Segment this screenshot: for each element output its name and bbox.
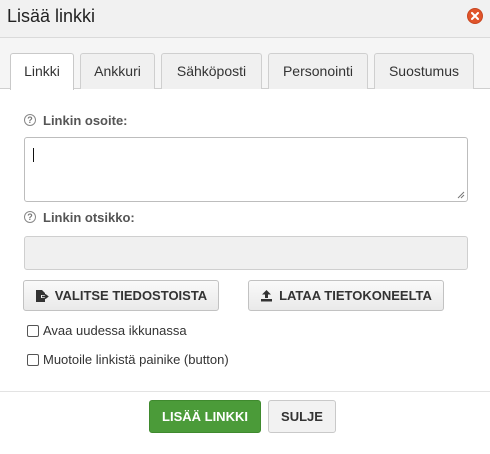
resize-grip-icon[interactable] (457, 191, 465, 199)
url-field[interactable] (24, 137, 468, 202)
text-caret (33, 148, 34, 162)
dialog-title: Lisää linkki (7, 6, 96, 26)
close-icon[interactable] (467, 8, 483, 24)
upload-from-computer-label: LATAA TIETOKONEELTA (279, 288, 432, 303)
format-as-button-label: Muotoile linkistä painike (button) (43, 352, 229, 367)
tab-personointi[interactable]: Personointi (268, 53, 368, 89)
format-as-button-option: Muotoile linkistä painike (button) (27, 352, 229, 367)
dialog-titlebar: Lisää linkki (0, 0, 490, 38)
footer-divider (0, 391, 490, 392)
title-label: Linkin otsikko: (43, 210, 135, 225)
file-export-icon (35, 289, 49, 302)
open-new-window-label: Avaa uudessa ikkunassa (43, 323, 187, 338)
tab-linkki[interactable]: Linkki (10, 53, 74, 90)
question-circle-icon: ? (24, 114, 36, 126)
open-new-window-option: Avaa uudessa ikkunassa (27, 323, 187, 338)
close-button[interactable]: SULJE (268, 400, 336, 433)
format-as-button-checkbox[interactable] (27, 353, 39, 366)
upload-from-computer-button[interactable]: LATAA TIETOKONEELTA (248, 280, 444, 311)
add-link-dialog: Lisää linkki Linkki Ankkuri Sähköposti P… (0, 0, 490, 454)
choose-from-files-button[interactable]: VALITSE TIEDOSTOISTA (23, 280, 219, 311)
tab-sahkoposti[interactable]: Sähköposti (161, 53, 262, 89)
question-circle-icon: ? (24, 211, 36, 223)
url-label: Linkin osoite: (43, 113, 128, 128)
tab-suostumus[interactable]: Suostumus (374, 53, 474, 89)
tab-ankkuri[interactable]: Ankkuri (80, 53, 155, 89)
open-new-window-checkbox[interactable] (27, 324, 39, 337)
title-field[interactable] (24, 236, 468, 270)
choose-from-files-label: VALITSE TIEDOSTOISTA (54, 288, 208, 303)
add-link-button[interactable]: LISÄÄ LINKKI (149, 400, 261, 433)
upload-icon (261, 290, 273, 302)
tab-strip: Linkki Ankkuri Sähköposti Personointi Su… (0, 38, 490, 90)
